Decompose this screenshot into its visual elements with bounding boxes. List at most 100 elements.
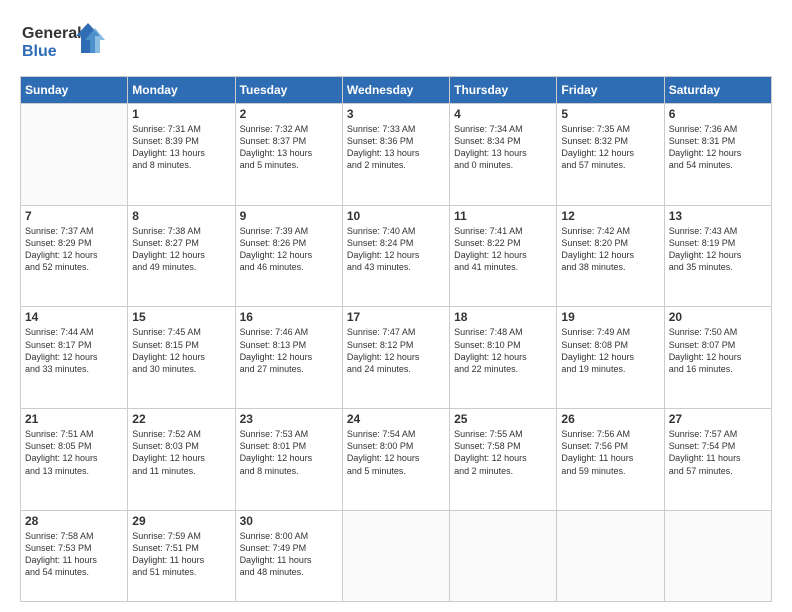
calendar-cell: 5 Sunrise: 7:35 AM Sunset: 8:32 PM Daylig… xyxy=(557,104,664,206)
calendar-cell xyxy=(450,510,557,601)
calendar-cell: 23Sunrise: 7:53 AM Sunset: 8:01 PM Dayli… xyxy=(235,409,342,511)
svg-text:General: General xyxy=(22,25,82,42)
cell-content: Sunrise: 7:46 AM Sunset: 8:13 PM Dayligh… xyxy=(240,326,338,375)
logo-icon: General Blue xyxy=(20,18,110,63)
day-number: 5 xyxy=(561,107,659,121)
cell-content: Sunrise: 7:38 AM Sunset: 8:27 PM Dayligh… xyxy=(132,225,230,274)
weekday-header-row: SundayMondayTuesdayWednesdayThursdayFrid… xyxy=(21,77,772,104)
cell-content: Sunrise: 7:58 AM Sunset: 7:53 PM Dayligh… xyxy=(25,530,123,579)
week-row-2: 7 Sunrise: 7:37 AM Sunset: 8:29 PM Daylig… xyxy=(21,205,772,307)
day-number: 25 xyxy=(454,412,552,426)
day-number: 2 xyxy=(240,107,338,121)
weekday-thursday: Thursday xyxy=(450,77,557,104)
cell-content: Sunrise: 7:40 AM Sunset: 8:24 PM Dayligh… xyxy=(347,225,445,274)
cell-content: Sunrise: 7:47 AM Sunset: 8:12 PM Dayligh… xyxy=(347,326,445,375)
cell-content: Sunrise: 8:00 AM Sunset: 7:49 PM Dayligh… xyxy=(240,530,338,579)
weekday-tuesday: Tuesday xyxy=(235,77,342,104)
day-number: 13 xyxy=(669,209,767,223)
calendar-cell: 7 Sunrise: 7:37 AM Sunset: 8:29 PM Daylig… xyxy=(21,205,128,307)
calendar-cell: 24Sunrise: 7:54 AM Sunset: 8:00 PM Dayli… xyxy=(342,409,449,511)
calendar-cell: 20 Sunrise: 7:50 AM Sunset: 8:07 PM Dayli… xyxy=(664,307,771,409)
calendar-cell: 15 Sunrise: 7:45 AM Sunset: 8:15 PM Dayli… xyxy=(128,307,235,409)
calendar-cell: 11 Sunrise: 7:41 AM Sunset: 8:22 PM Dayli… xyxy=(450,205,557,307)
calendar-cell: 30 Sunrise: 8:00 AM Sunset: 7:49 PM Dayli… xyxy=(235,510,342,601)
calendar-table: SundayMondayTuesdayWednesdayThursdayFrid… xyxy=(20,76,772,602)
weekday-friday: Friday xyxy=(557,77,664,104)
calendar-cell xyxy=(664,510,771,601)
calendar-cell: 13Sunrise: 7:43 AM Sunset: 8:19 PM Dayli… xyxy=(664,205,771,307)
day-number: 9 xyxy=(240,209,338,223)
calendar-cell: 19Sunrise: 7:49 AM Sunset: 8:08 PM Dayli… xyxy=(557,307,664,409)
day-number: 17 xyxy=(347,310,445,324)
day-number: 30 xyxy=(240,514,338,528)
calendar-cell: 12 Sunrise: 7:42 AM Sunset: 8:20 PM Dayli… xyxy=(557,205,664,307)
day-number: 11 xyxy=(454,209,552,223)
day-number: 7 xyxy=(25,209,123,223)
calendar-cell: 9 Sunrise: 7:39 AM Sunset: 8:26 PM Daylig… xyxy=(235,205,342,307)
week-row-4: 21Sunrise: 7:51 AM Sunset: 8:05 PM Dayli… xyxy=(21,409,772,511)
calendar-cell: 16 Sunrise: 7:46 AM Sunset: 8:13 PM Dayli… xyxy=(235,307,342,409)
weekday-monday: Monday xyxy=(128,77,235,104)
cell-content: Sunrise: 7:31 AM Sunset: 8:39 PM Dayligh… xyxy=(132,123,230,172)
calendar-cell: 17 Sunrise: 7:47 AM Sunset: 8:12 PM Dayli… xyxy=(342,307,449,409)
calendar-cell: 22 Sunrise: 7:52 AM Sunset: 8:03 PM Dayli… xyxy=(128,409,235,511)
cell-content: Sunrise: 7:49 AM Sunset: 8:08 PM Dayligh… xyxy=(561,326,659,375)
day-number: 3 xyxy=(347,107,445,121)
cell-content: Sunrise: 7:42 AM Sunset: 8:20 PM Dayligh… xyxy=(561,225,659,274)
day-number: 8 xyxy=(132,209,230,223)
cell-content: Sunrise: 7:52 AM Sunset: 8:03 PM Dayligh… xyxy=(132,428,230,477)
calendar-cell: 6 Sunrise: 7:36 AM Sunset: 8:31 PM Daylig… xyxy=(664,104,771,206)
calendar-cell: 21Sunrise: 7:51 AM Sunset: 8:05 PM Dayli… xyxy=(21,409,128,511)
cell-content: Sunrise: 7:45 AM Sunset: 8:15 PM Dayligh… xyxy=(132,326,230,375)
cell-content: Sunrise: 7:50 AM Sunset: 8:07 PM Dayligh… xyxy=(669,326,767,375)
calendar-cell: 2 Sunrise: 7:32 AM Sunset: 8:37 PM Daylig… xyxy=(235,104,342,206)
day-number: 15 xyxy=(132,310,230,324)
page-header: General Blue xyxy=(20,18,772,68)
cell-content: Sunrise: 7:39 AM Sunset: 8:26 PM Dayligh… xyxy=(240,225,338,274)
cell-content: Sunrise: 7:56 AM Sunset: 7:56 PM Dayligh… xyxy=(561,428,659,477)
day-number: 1 xyxy=(132,107,230,121)
week-row-1: 1 Sunrise: 7:31 AM Sunset: 8:39 PM Daylig… xyxy=(21,104,772,206)
calendar-cell: 3Sunrise: 7:33 AM Sunset: 8:36 PM Daylig… xyxy=(342,104,449,206)
day-number: 26 xyxy=(561,412,659,426)
day-number: 28 xyxy=(25,514,123,528)
cell-content: Sunrise: 7:32 AM Sunset: 8:37 PM Dayligh… xyxy=(240,123,338,172)
calendar-page: General Blue SundayMondayTuesdayWednesda… xyxy=(0,0,792,612)
weekday-sunday: Sunday xyxy=(21,77,128,104)
day-number: 10 xyxy=(347,209,445,223)
calendar-cell: 10 Sunrise: 7:40 AM Sunset: 8:24 PM Dayli… xyxy=(342,205,449,307)
day-number: 29 xyxy=(132,514,230,528)
logo: General Blue xyxy=(20,18,110,68)
cell-content: Sunrise: 7:34 AM Sunset: 8:34 PM Dayligh… xyxy=(454,123,552,172)
calendar-cell: 4 Sunrise: 7:34 AM Sunset: 8:34 PM Daylig… xyxy=(450,104,557,206)
cell-content: Sunrise: 7:44 AM Sunset: 8:17 PM Dayligh… xyxy=(25,326,123,375)
day-number: 27 xyxy=(669,412,767,426)
cell-content: Sunrise: 7:59 AM Sunset: 7:51 PM Dayligh… xyxy=(132,530,230,579)
day-number: 4 xyxy=(454,107,552,121)
calendar-cell: 1 Sunrise: 7:31 AM Sunset: 8:39 PM Daylig… xyxy=(128,104,235,206)
weekday-saturday: Saturday xyxy=(664,77,771,104)
day-number: 23 xyxy=(240,412,338,426)
svg-text:Blue: Blue xyxy=(22,43,57,60)
calendar-cell: 26 Sunrise: 7:56 AM Sunset: 7:56 PM Dayli… xyxy=(557,409,664,511)
cell-content: Sunrise: 7:48 AM Sunset: 8:10 PM Dayligh… xyxy=(454,326,552,375)
day-number: 12 xyxy=(561,209,659,223)
cell-content: Sunrise: 7:37 AM Sunset: 8:29 PM Dayligh… xyxy=(25,225,123,274)
calendar-cell: 28 Sunrise: 7:58 AM Sunset: 7:53 PM Dayli… xyxy=(21,510,128,601)
day-number: 20 xyxy=(669,310,767,324)
calendar-cell: 29 Sunrise: 7:59 AM Sunset: 7:51 PM Dayli… xyxy=(128,510,235,601)
cell-content: Sunrise: 7:35 AM Sunset: 8:32 PM Dayligh… xyxy=(561,123,659,172)
cell-content: Sunrise: 7:41 AM Sunset: 8:22 PM Dayligh… xyxy=(454,225,552,274)
cell-content: Sunrise: 7:55 AM Sunset: 7:58 PM Dayligh… xyxy=(454,428,552,477)
day-number: 16 xyxy=(240,310,338,324)
cell-content: Sunrise: 7:36 AM Sunset: 8:31 PM Dayligh… xyxy=(669,123,767,172)
weekday-wednesday: Wednesday xyxy=(342,77,449,104)
day-number: 22 xyxy=(132,412,230,426)
calendar-cell: 8 Sunrise: 7:38 AM Sunset: 8:27 PM Daylig… xyxy=(128,205,235,307)
day-number: 18 xyxy=(454,310,552,324)
cell-content: Sunrise: 7:54 AM Sunset: 8:00 PM Dayligh… xyxy=(347,428,445,477)
calendar-cell xyxy=(342,510,449,601)
day-number: 6 xyxy=(669,107,767,121)
cell-content: Sunrise: 7:57 AM Sunset: 7:54 PM Dayligh… xyxy=(669,428,767,477)
calendar-cell: 14Sunrise: 7:44 AM Sunset: 8:17 PM Dayli… xyxy=(21,307,128,409)
